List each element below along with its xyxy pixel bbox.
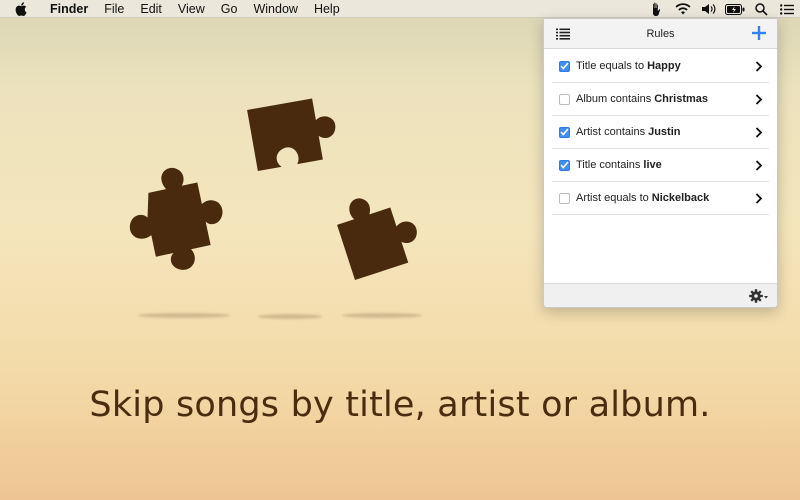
piece-shadow-left — [138, 313, 230, 318]
menu-help[interactable]: Help — [306, 0, 348, 18]
rule-prefix: Album contains — [576, 93, 652, 105]
hand-icon[interactable] — [644, 0, 670, 18]
wifi-icon[interactable] — [670, 0, 696, 18]
rules-header: Rules — [544, 19, 777, 49]
chevron-right-icon[interactable] — [755, 193, 763, 204]
menu-app-name[interactable]: Finder — [42, 0, 96, 18]
menu-bar: Finder File Edit View Go Window Help — [0, 0, 800, 18]
menu-file[interactable]: File — [96, 0, 132, 18]
rules-popover: Rules Title equals to Happy Album contain… — [543, 18, 778, 308]
chevron-right-icon[interactable] — [755, 127, 763, 138]
menu-edit[interactable]: Edit — [132, 0, 170, 18]
add-rule-button[interactable] — [751, 25, 767, 41]
list-icon[interactable] — [774, 0, 800, 18]
rule-row[interactable]: Album contains Christmas — [552, 83, 769, 116]
tagline: Skip songs by title, artist or album. — [89, 385, 711, 425]
menu-go[interactable]: Go — [213, 0, 246, 18]
menu-view[interactable]: View — [170, 0, 213, 18]
rule-row[interactable]: Title contains live — [552, 149, 769, 182]
rule-value: Nickelback — [651, 192, 710, 204]
puzzle-piece-left-icon — [129, 167, 223, 270]
rule-prefix: Title contains — [576, 159, 641, 171]
rules-list: Title equals to Happy Album contains Chris… — [544, 50, 777, 215]
menu-window[interactable]: Window — [245, 0, 305, 18]
rule-prefix: Artist contains — [576, 126, 646, 138]
puzzle-piece-top-icon — [247, 98, 336, 172]
piece-shadow-middle — [258, 314, 322, 319]
rule-checkbox[interactable] — [559, 159, 570, 171]
rule-row[interactable]: Title equals to Happy — [552, 50, 769, 83]
rule-value: live — [643, 159, 662, 171]
rule-prefix: Artist equals to — [576, 192, 649, 204]
rule-checkbox[interactable] — [559, 126, 570, 138]
chevron-right-icon[interactable] — [755, 61, 763, 72]
puzzle-piece-right-icon — [337, 198, 417, 280]
gear-icon[interactable] — [749, 288, 769, 304]
rule-row[interactable]: Artist contains Justin — [552, 116, 769, 149]
battery-icon[interactable] — [722, 0, 748, 18]
chevron-right-icon[interactable] — [755, 94, 763, 105]
panel-title: Rules — [646, 27, 675, 40]
rule-value: Happy — [647, 60, 681, 72]
piece-shadow-right — [342, 313, 422, 318]
chevron-right-icon[interactable] — [755, 160, 763, 171]
rule-value: Justin — [648, 126, 681, 138]
apple-icon[interactable] — [0, 1, 42, 16]
rules-footer — [544, 283, 777, 307]
volume-icon[interactable] — [696, 0, 722, 18]
status-area — [644, 0, 800, 18]
rule-value: Christmas — [654, 93, 709, 105]
rule-checkbox[interactable] — [559, 60, 570, 72]
list-icon[interactable] — [556, 28, 570, 40]
rule-checkbox[interactable] — [559, 192, 570, 204]
search-icon[interactable] — [748, 0, 774, 18]
rule-prefix: Title equals to — [576, 60, 645, 72]
rule-checkbox[interactable] — [559, 93, 570, 105]
rule-row[interactable]: Artist equals to Nickelback — [552, 182, 769, 215]
